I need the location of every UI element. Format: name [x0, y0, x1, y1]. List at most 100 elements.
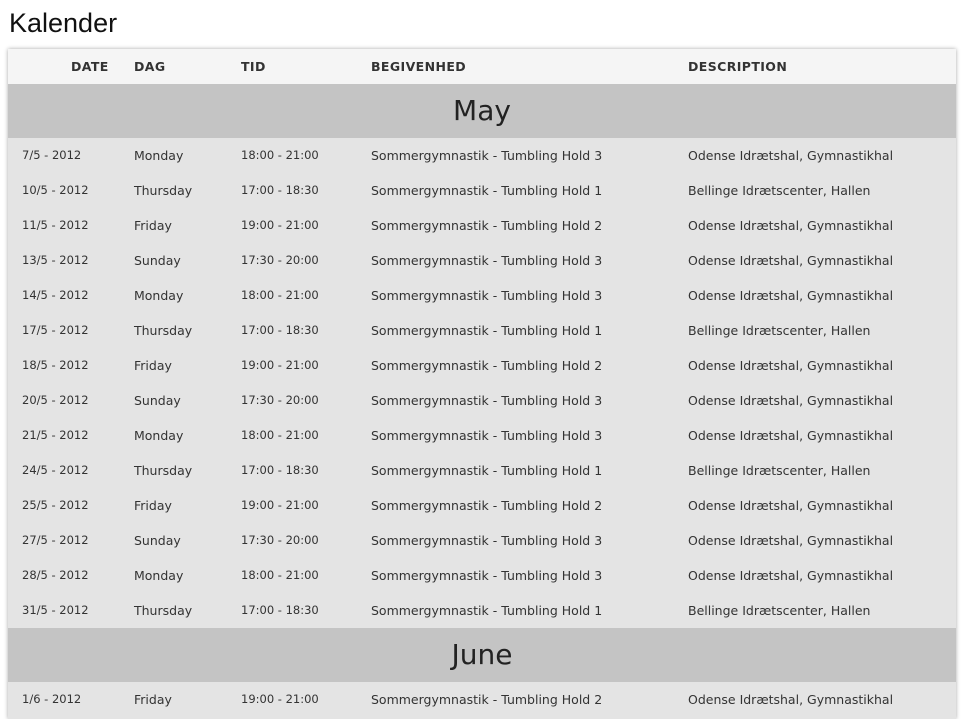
event-date: 10/5 - 2012: [22, 183, 89, 197]
event-time: 17:00 - 18:30: [241, 603, 319, 617]
event-time: 17:30 - 20:00: [241, 253, 319, 267]
event-day: Sunday: [134, 253, 181, 268]
event-day: Friday: [134, 498, 172, 513]
event-day: Monday: [134, 428, 184, 443]
table-row: 20/5 - 2012 Sunday 17:30 - 20:00 Sommerg…: [8, 383, 956, 418]
event-title: Sommergymnastik - Tumbling Hold 1: [371, 463, 603, 478]
event-description: Odense Idrætshal, Gymnastikhal: [688, 288, 894, 303]
event-title: Sommergymnastik - Tumbling Hold 3: [371, 568, 603, 583]
event-title: Sommergymnastik - Tumbling Hold 2: [371, 218, 603, 233]
table-row: 17/5 - 2012 Thursday 17:00 - 18:30 Somme…: [8, 313, 956, 348]
event-day: Thursday: [134, 323, 193, 338]
table-row: 24/5 - 2012 Thursday 17:00 - 18:30 Somme…: [8, 453, 956, 488]
event-time: 19:00 - 21:00: [241, 218, 319, 232]
table-row: 11/5 - 2012 Friday 19:00 - 21:00 Sommerg…: [8, 208, 956, 243]
calendar-table: DATE DAG TID BEGIVENHED DESCRIPTION May …: [8, 49, 956, 719]
event-time: 18:00 - 21:00: [241, 568, 319, 582]
event-day: Friday: [134, 358, 172, 373]
event-date: 28/5 - 2012: [22, 568, 89, 582]
event-day: Thursday: [134, 183, 193, 198]
event-date: 21/5 - 2012: [22, 428, 89, 442]
event-title: Sommergymnastik - Tumbling Hold 3: [371, 288, 603, 303]
event-date: 25/5 - 2012: [22, 498, 89, 512]
table-row: 28/5 - 2012 Monday 18:00 - 21:00 Sommerg…: [8, 558, 956, 593]
event-description: Odense Idrætshal, Gymnastikhal: [688, 393, 894, 408]
event-date: 7/5 - 2012: [22, 148, 82, 162]
event-date: 13/5 - 2012: [22, 253, 89, 267]
table-row: 18/5 - 2012 Friday 19:00 - 21:00 Sommerg…: [8, 348, 956, 383]
event-date: 11/5 - 2012: [22, 218, 89, 232]
event-title: Sommergymnastik - Tumbling Hold 1: [371, 323, 603, 338]
table-row: 14/5 - 2012 Monday 18:00 - 21:00 Sommerg…: [8, 278, 956, 313]
event-day: Sunday: [134, 533, 181, 548]
event-day: Friday: [134, 692, 172, 707]
event-description: Odense Idrætshal, Gymnastikhal: [688, 253, 894, 268]
table-row: 27/5 - 2012 Sunday 17:30 - 20:00 Sommerg…: [8, 523, 956, 558]
event-description: Odense Idrætshal, Gymnastikhal: [688, 218, 894, 233]
event-time: 19:00 - 21:00: [241, 498, 319, 512]
event-day: Monday: [134, 288, 184, 303]
table-row: 7/5 - 2012 Monday 18:00 - 21:00 Sommergy…: [8, 138, 956, 173]
header-dag: DAG: [134, 59, 166, 74]
event-day: Friday: [134, 218, 172, 233]
event-date: 14/5 - 2012: [22, 288, 89, 302]
event-time: 17:30 - 20:00: [241, 393, 319, 407]
table-row: 1/6 - 2012 Friday 19:00 - 21:00 Sommergy…: [8, 682, 956, 717]
event-description: Odense Idrætshal, Gymnastikhal: [688, 358, 894, 373]
event-date: 20/5 - 2012: [22, 393, 89, 407]
event-date: 24/5 - 2012: [22, 463, 89, 477]
month-header-june: June: [8, 628, 956, 682]
table-header: DATE DAG TID BEGIVENHED DESCRIPTION: [8, 49, 956, 84]
event-time: 17:00 - 18:30: [241, 183, 319, 197]
table-row: 13/5 - 2012 Sunday 17:30 - 20:00 Sommerg…: [8, 243, 956, 278]
event-title: Sommergymnastik - Tumbling Hold 1: [371, 603, 603, 618]
event-description: Odense Idrætshal, Gymnastikhal: [688, 692, 894, 707]
event-title: Sommergymnastik - Tumbling Hold 3: [371, 428, 603, 443]
header-tid: TID: [241, 59, 266, 74]
table-row: 25/5 - 2012 Friday 19:00 - 21:00 Sommerg…: [8, 488, 956, 523]
event-day: Thursday: [134, 463, 193, 478]
event-description: Odense Idrætshal, Gymnastikhal: [688, 148, 894, 163]
event-title: Sommergymnastik - Tumbling Hold 3: [371, 253, 603, 268]
event-time: 17:00 - 18:30: [241, 463, 319, 477]
event-title: Sommergymnastik - Tumbling Hold 2: [371, 358, 603, 373]
table-row: 31/5 - 2012 Thursday 17:00 - 18:30 Somme…: [8, 593, 956, 628]
event-date: 17/5 - 2012: [22, 323, 89, 337]
table-row: 21/5 - 2012 Monday 18:00 - 21:00 Sommerg…: [8, 418, 956, 453]
event-day: Monday: [134, 568, 184, 583]
event-time: 18:00 - 21:00: [241, 288, 319, 302]
event-description: Odense Idrætshal, Gymnastikhal: [688, 533, 894, 548]
header-begivenhed: BEGIVENHED: [371, 59, 467, 74]
event-description: Bellinge Idrætscenter, Hallen: [688, 463, 871, 478]
event-date: 27/5 - 2012: [22, 533, 89, 547]
event-description: Bellinge Idrætscenter, Hallen: [688, 183, 871, 198]
event-day: Monday: [134, 148, 184, 163]
event-time: 17:30 - 20:00: [241, 533, 319, 547]
event-title: Sommergymnastik - Tumbling Hold 3: [371, 148, 603, 163]
event-description: Bellinge Idrætscenter, Hallen: [688, 323, 871, 338]
event-date: 1/6 - 2012: [22, 692, 82, 706]
event-date: 18/5 - 2012: [22, 358, 89, 372]
event-title: Sommergymnastik - Tumbling Hold 1: [371, 183, 603, 198]
page-title: Kalender: [9, 8, 118, 38]
event-description: Odense Idrætshal, Gymnastikhal: [688, 498, 894, 513]
header-date: DATE: [71, 59, 109, 74]
event-description: Bellinge Idrætscenter, Hallen: [688, 603, 871, 618]
event-title: Sommergymnastik - Tumbling Hold 2: [371, 498, 603, 513]
event-time: 19:00 - 21:00: [241, 692, 319, 706]
event-description: Odense Idrætshal, Gymnastikhal: [688, 568, 894, 583]
event-title: Sommergymnastik - Tumbling Hold 2: [371, 692, 603, 707]
event-title: Sommergymnastik - Tumbling Hold 3: [371, 533, 603, 548]
header-description: DESCRIPTION: [688, 59, 788, 74]
event-time: 17:00 - 18:30: [241, 323, 319, 337]
event-time: 18:00 - 21:00: [241, 428, 319, 442]
event-time: 19:00 - 21:00: [241, 358, 319, 372]
event-day: Thursday: [134, 603, 193, 618]
event-title: Sommergymnastik - Tumbling Hold 3: [371, 393, 603, 408]
event-date: 31/5 - 2012: [22, 603, 89, 617]
event-day: Sunday: [134, 393, 181, 408]
event-description: Odense Idrætshal, Gymnastikhal: [688, 428, 894, 443]
event-time: 18:00 - 21:00: [241, 148, 319, 162]
table-row: 10/5 - 2012 Thursday 17:00 - 18:30 Somme…: [8, 173, 956, 208]
month-header-may: May: [8, 84, 956, 138]
